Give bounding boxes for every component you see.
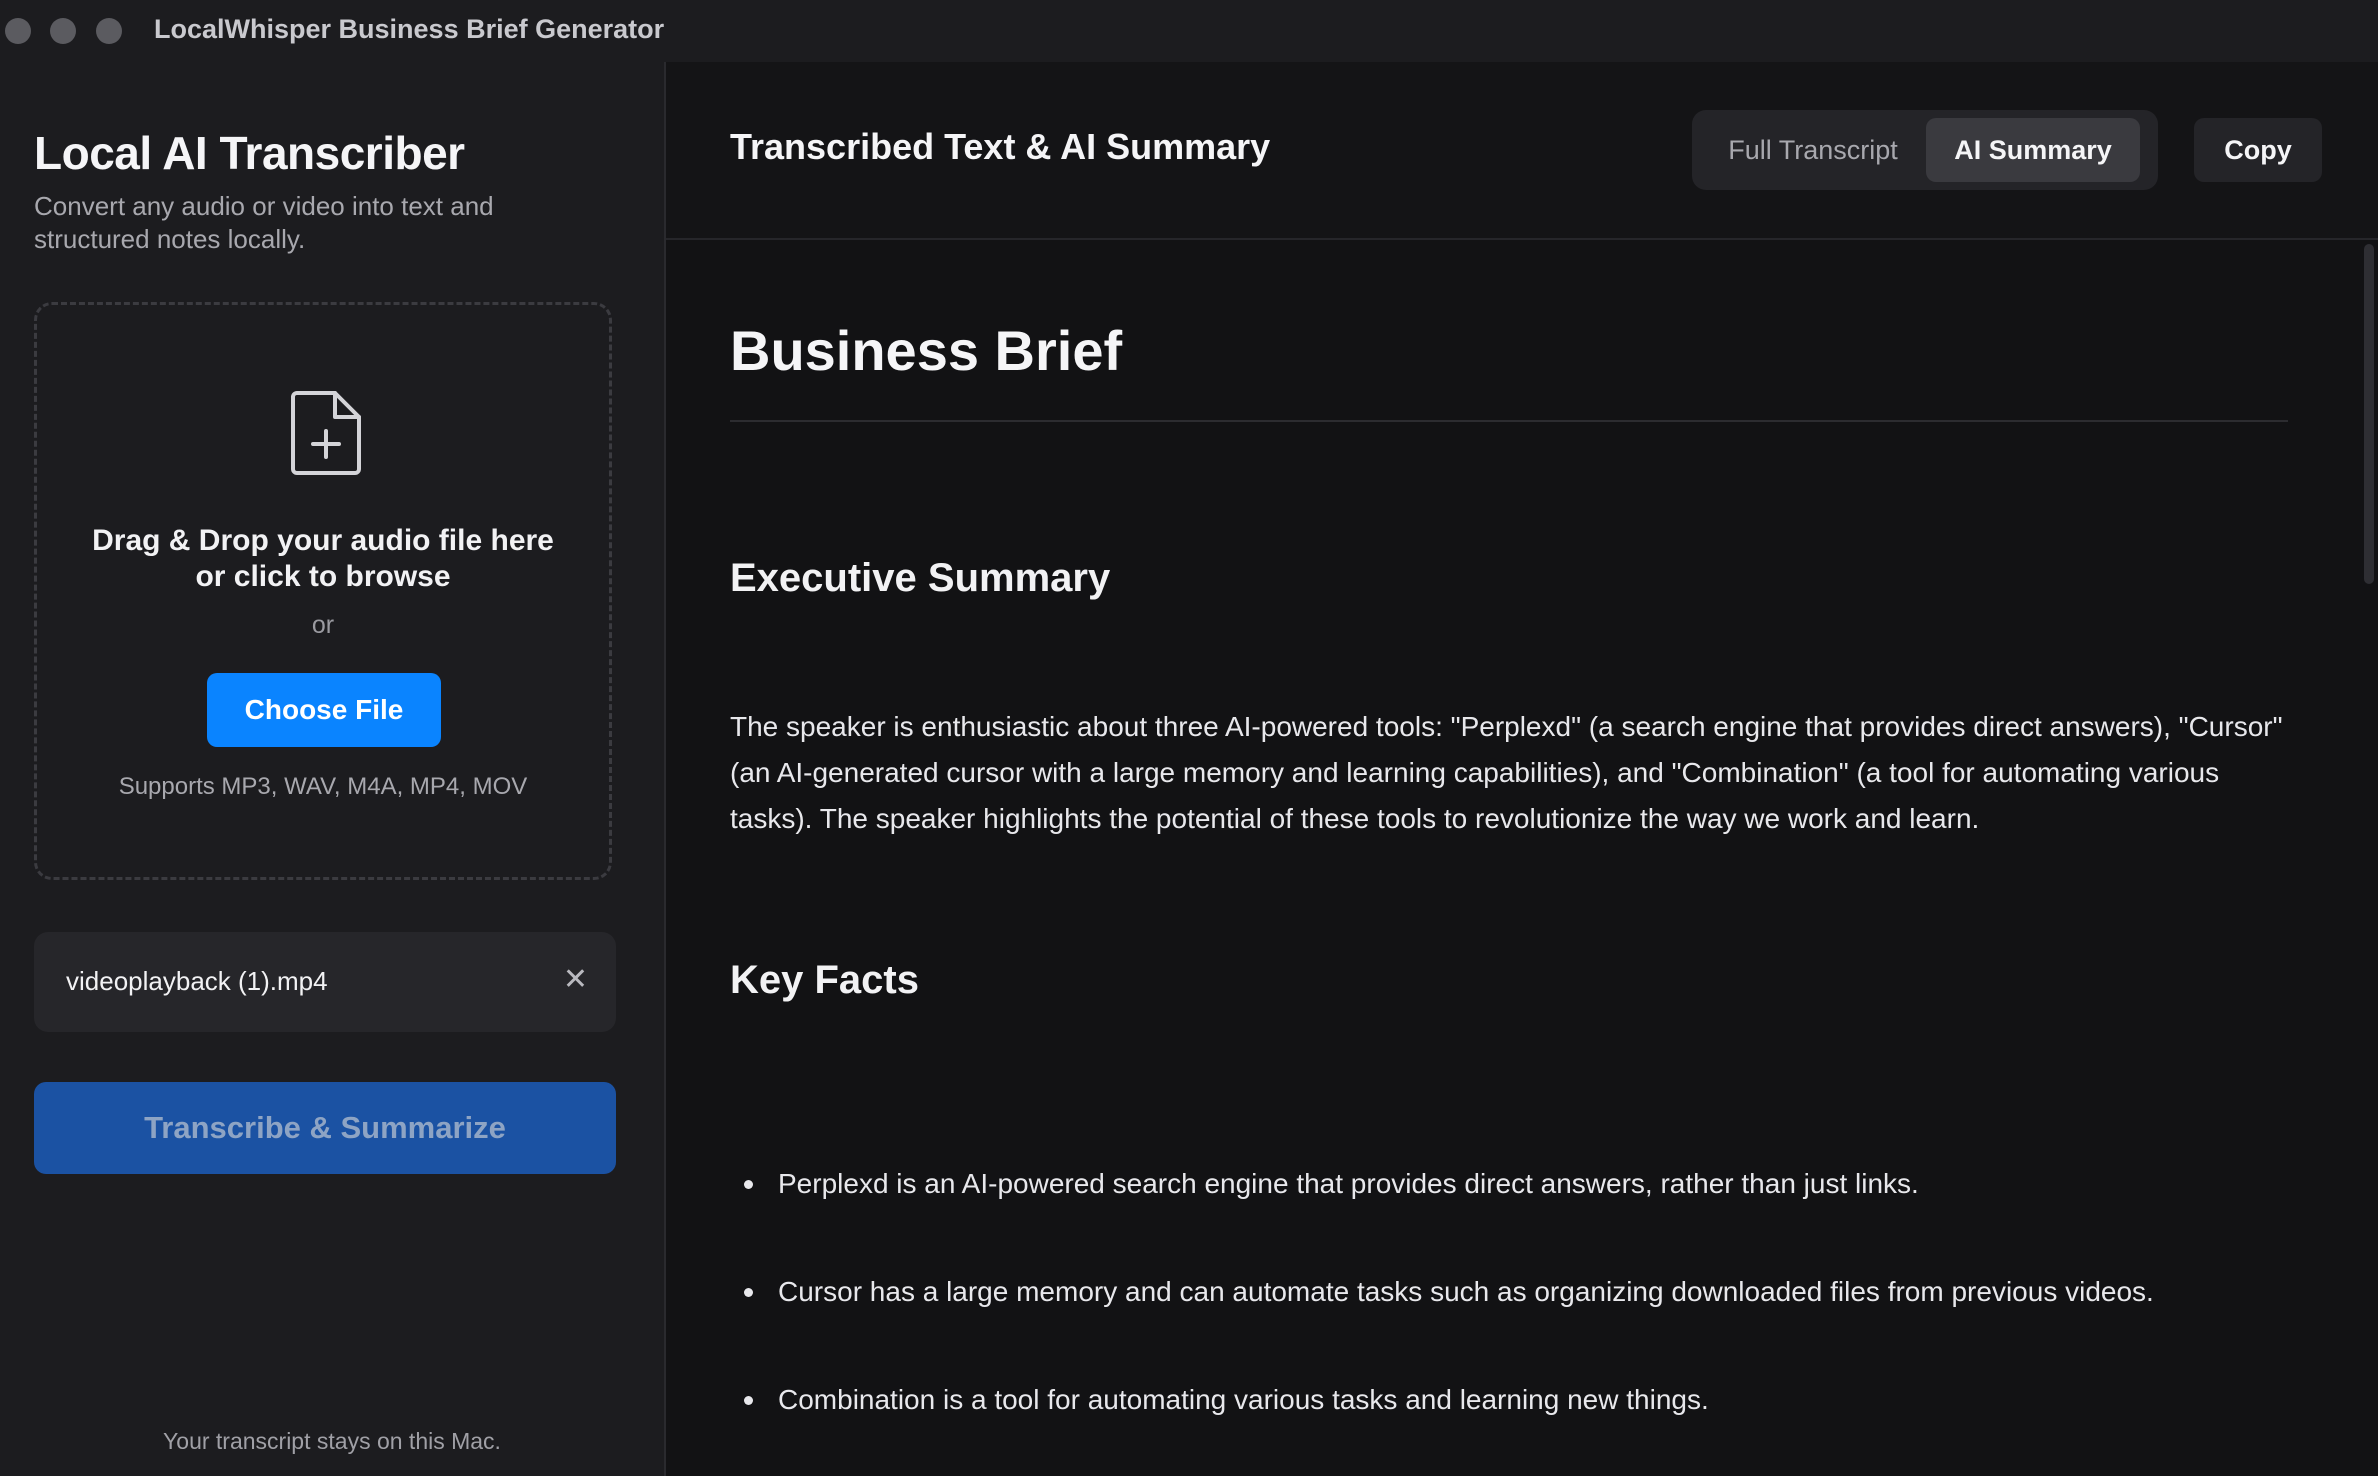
dropzone-instructions: Drag & Drop your audio file here or clic…	[37, 523, 609, 595]
choose-file-button[interactable]: Choose File	[207, 673, 441, 747]
main-title: Transcribed Text & AI Summary	[730, 126, 1271, 167]
selected-file-chip: videoplayback (1).mp4 ✕	[34, 932, 616, 1032]
key-facts-heading: Key Facts	[730, 958, 919, 1002]
sidebar-subtitle: Convert any audio or video into text and…	[34, 191, 494, 254]
file-dropzone[interactable]: Drag & Drop your audio file here or clic…	[34, 302, 612, 880]
transcribe-summarize-button[interactable]: Transcribe & Summarize	[34, 1082, 616, 1174]
supported-formats: Supports MP3, WAV, M4A, MP4, MOV	[118, 773, 528, 800]
main-panel: Transcribed Text & AI Summary Full Trans…	[666, 62, 2378, 1476]
remove-file-icon[interactable]: ✕	[563, 962, 588, 998]
close-window-button[interactable]	[5, 18, 31, 44]
sidebar: Local AI Transcriber Convert any audio o…	[0, 62, 666, 1476]
bullet-icon	[744, 1288, 753, 1297]
brief-title: Business Brief	[730, 319, 1123, 382]
bullet-icon	[744, 1396, 753, 1405]
dropzone-line-1: Drag & Drop your audio file here	[92, 524, 554, 557]
executive-summary-text: The speaker is enthusiastic about three …	[730, 711, 2283, 834]
key-fact-text: Combination is a tool for automating var…	[778, 1384, 1709, 1415]
key-fact-text: Perplexd is an AI-powered search engine …	[778, 1168, 1919, 1199]
app-window: LocalWhisper Business Brief Generator Lo…	[0, 0, 2378, 1476]
tab-full-transcript[interactable]: Full Transcript	[1702, 118, 1924, 182]
main-header: Transcribed Text & AI Summary Full Trans…	[666, 62, 2378, 240]
executive-summary-heading: Executive Summary	[730, 556, 1111, 600]
selected-file-name: videoplayback (1).mp4	[66, 966, 328, 996]
zoom-window-button[interactable]	[96, 18, 122, 44]
file-plus-icon	[291, 391, 361, 475]
title-bar: LocalWhisper Business Brief Generator	[0, 0, 2378, 62]
dropzone-or: or	[311, 611, 335, 639]
key-fact-text: Cursor has a large memory and can automa…	[778, 1276, 2154, 1307]
view-segmented-control: Full Transcript AI Summary	[1692, 110, 2158, 190]
copy-button[interactable]: Copy	[2194, 118, 2322, 182]
minimize-window-button[interactable]	[50, 18, 76, 44]
scrollbar-thumb[interactable]	[2364, 244, 2374, 584]
window-title: LocalWhisper Business Brief Generator	[154, 14, 665, 44]
title-divider	[730, 420, 2288, 422]
bullet-icon	[744, 1180, 753, 1189]
sidebar-title: Local AI Transcriber	[34, 127, 465, 179]
tab-ai-summary[interactable]: AI Summary	[1926, 118, 2140, 182]
dropzone-line-2: or click to browse	[195, 560, 451, 593]
privacy-note: Your transcript stays on this Mac.	[163, 1428, 501, 1454]
